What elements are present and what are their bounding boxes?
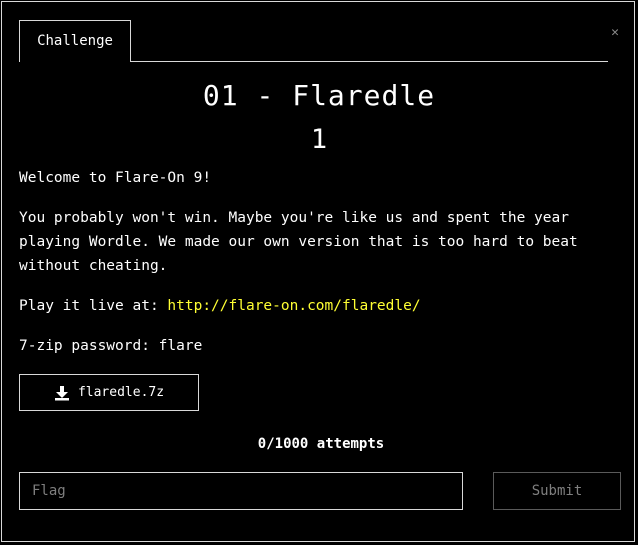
challenge-modal: Challenge ✕ 01 - Flaredle 1 Welcome to F… [1,1,635,542]
flaredle-link[interactable]: http://flare-on.com/flaredle/ [167,298,420,314]
download-file-button[interactable]: flaredle.7z [19,374,199,411]
description-text: You probably won't win. Maybe you're lik… [19,210,578,274]
play-live-label: Play it live at: [19,298,168,314]
tab-bar: Challenge [19,20,608,62]
welcome-text: Welcome to Flare-On 9! [19,170,212,186]
download-icon [54,385,69,400]
play-live-text: Play it live at: http://flare-on.com/fla… [19,294,619,318]
file-name: flaredle.7z [77,385,165,400]
challenge-title: 01 - Flaredle [202,79,436,112]
close-icon[interactable]: ✕ [608,26,622,40]
tab-challenge[interactable]: Challenge [19,20,131,62]
flag-input[interactable] [19,472,463,510]
password-text: 7-zip password: flare [19,338,203,354]
submit-button[interactable]: Submit [493,472,621,510]
challenge-points: 1 [310,124,328,155]
attempts-counter: 0/1000 attempts [257,436,385,452]
